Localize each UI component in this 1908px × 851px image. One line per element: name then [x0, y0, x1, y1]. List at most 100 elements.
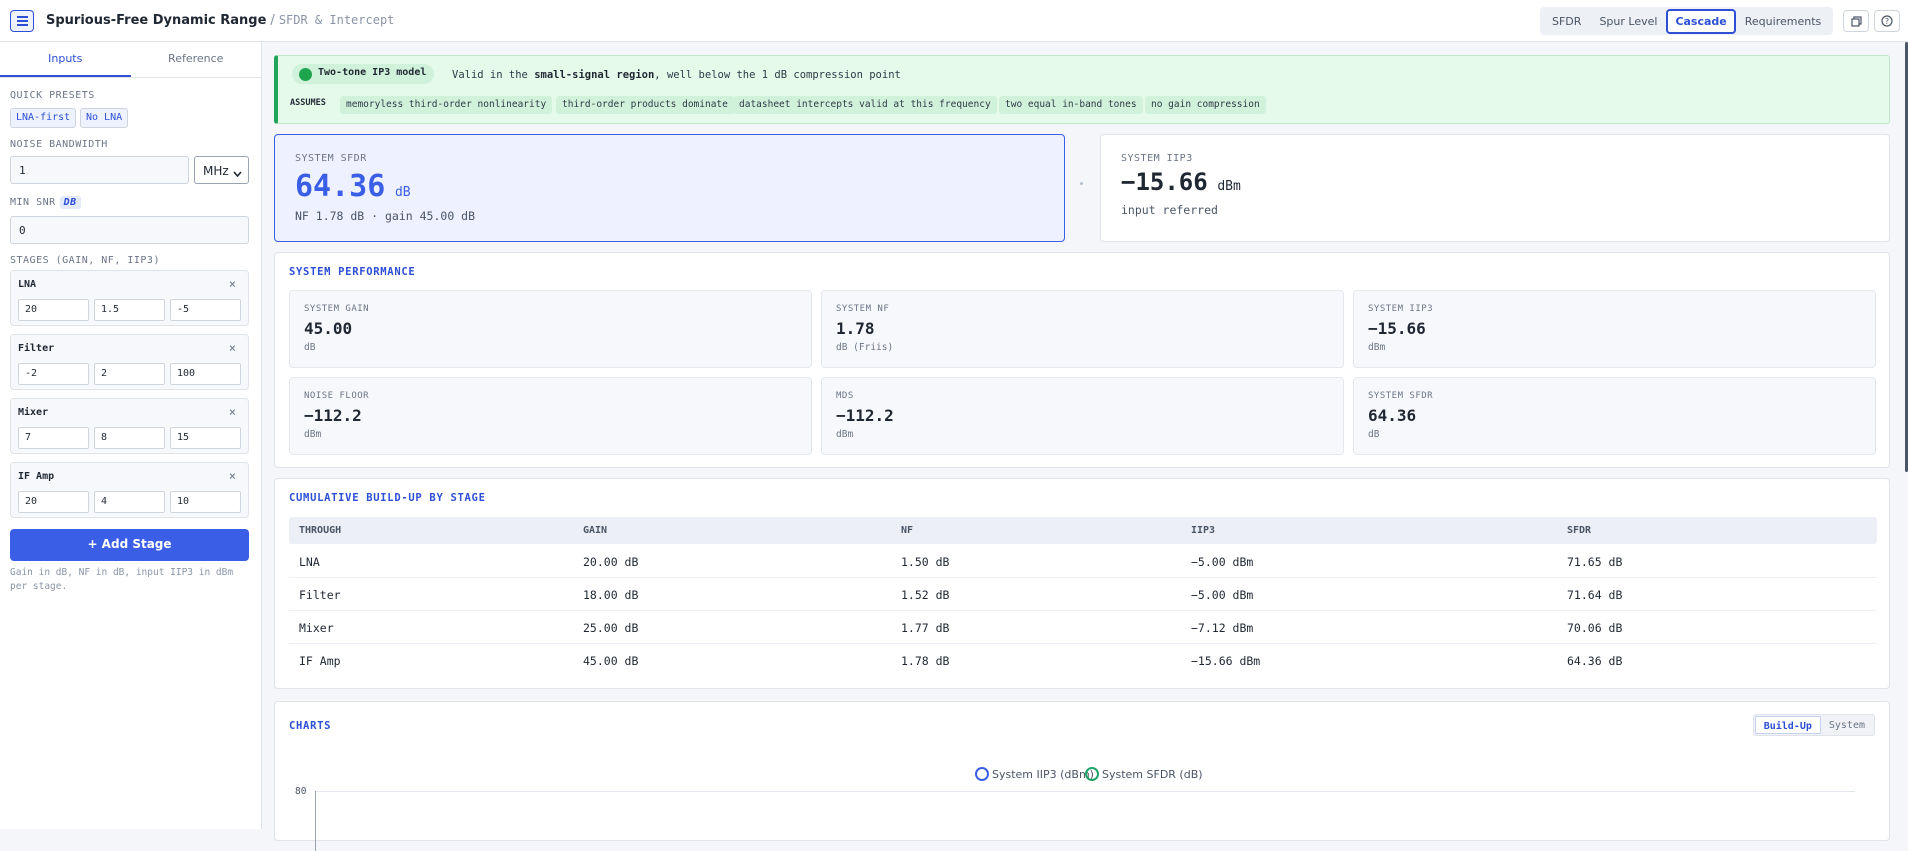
section-title: CHARTS — [289, 720, 332, 732]
legend-item-iip3[interactable]: System IIP3 (dBm) — [975, 767, 1094, 781]
toggle-build-up[interactable]: Build-Up — [1754, 716, 1821, 734]
sidebar-tabs: Inputs Reference — [0, 42, 261, 78]
stage-gain-input[interactable]: -2 — [18, 363, 89, 385]
kpi-value-row: 64.36 dB — [295, 169, 411, 204]
stage-iip3-input[interactable]: 100 — [170, 363, 241, 385]
table-cell: 45.00 dB — [583, 654, 639, 668]
kpi-value-row: −15.66 dBm — [1121, 168, 1241, 196]
metric-mds: MDS −112.2 dBm — [821, 377, 1344, 455]
min-snr-input[interactable]: 0 — [10, 216, 249, 244]
tab-reference[interactable]: Reference — [131, 42, 262, 77]
model-badge-label: Two-tone IP3 model — [318, 67, 427, 78]
metric-value: −112.2 — [836, 406, 894, 425]
noise-bandwidth-input[interactable]: 1 — [10, 156, 189, 184]
table-cell: 1.78 dB — [901, 654, 950, 668]
stages-label: STAGES (GAIN, NF, IIP3) — [10, 255, 160, 266]
table-cell: Filter — [299, 588, 341, 602]
metric-unit: dBm — [836, 429, 854, 440]
gridline — [315, 791, 1855, 792]
stage-card-mixer: Mixer × 7 8 15 — [10, 398, 249, 454]
metric-value: −15.66 — [1368, 319, 1426, 338]
stage-gain-input[interactable]: 20 — [18, 491, 89, 513]
stage-name: IF Amp — [18, 471, 55, 482]
assumption-chip: datasheet intercepts valid at this frequ… — [733, 96, 997, 114]
legend-label: System IIP3 (dBm) — [992, 767, 1094, 781]
stage-gain-input[interactable]: 7 — [18, 427, 89, 449]
kpi-label: SYSTEM IIP3 — [1121, 153, 1193, 164]
app-title: Spurious‑Free Dynamic Range — [46, 13, 267, 28]
sidebar: Inputs Reference QUICK PRESETS LNA-first… — [0, 42, 262, 829]
close-icon[interactable]: × — [229, 405, 236, 419]
stage-nf-input[interactable]: 4 — [94, 491, 165, 513]
metric-noise-floor: NOISE FLOOR −112.2 dBm — [289, 377, 812, 455]
assumptions-banner: Two-tone IP3 model Valid in the small-si… — [274, 55, 1890, 124]
table-cell: 64.36 dB — [1567, 654, 1623, 668]
close-icon[interactable]: × — [229, 469, 236, 483]
tab-spur-level[interactable]: Spur Level — [1590, 10, 1666, 33]
close-icon[interactable]: × — [229, 277, 236, 291]
validity-suffix: , well below the 1 dB compression point — [654, 69, 901, 81]
tab-inputs[interactable]: Inputs — [0, 42, 131, 77]
preset-no-lna-button[interactable]: No LNA — [80, 108, 129, 128]
stage-iip3-input[interactable]: 15 — [170, 427, 241, 449]
iip3-kpi-card: SYSTEM IIP3 −15.66 dBm input referred — [1100, 134, 1890, 242]
metric-label: SYSTEM SFDR — [1368, 391, 1434, 401]
iip3-unit: dBm — [1217, 179, 1241, 194]
table-cell: −5.00 dBm — [1191, 588, 1254, 602]
sfdr-subtext: NF 1.78 dB · gain 45.00 dB — [295, 209, 476, 223]
stage-iip3-input[interactable]: -5 — [170, 299, 241, 321]
column-header: IIP3 — [1191, 525, 1216, 536]
table-row: Mixer 25.00 dB 1.77 dB −7.12 dBm 70.06 d… — [289, 611, 1877, 644]
tab-cascade[interactable]: Cascade — [1666, 8, 1736, 34]
iip3-value: −15.66 — [1121, 168, 1208, 196]
page-subtitle: SFDR & Intercept — [278, 13, 395, 27]
stage-gain-input[interactable]: 20 — [18, 299, 89, 321]
metric-label: SYSTEM NF — [836, 304, 890, 314]
stage-nf-input[interactable]: 2 — [94, 363, 165, 385]
validity-prefix: Valid in the — [452, 69, 528, 81]
help-icon[interactable]: ? — [1874, 10, 1900, 32]
copy-icon[interactable] — [1843, 10, 1869, 32]
sfdr-kpi-card: SYSTEM SFDR 64.36 dB NF 1.78 dB · gain 4… — [274, 134, 1065, 242]
add-stage-button[interactable]: + Add Stage — [10, 529, 249, 561]
assumes-label: ASSUMES — [290, 98, 326, 108]
column-header: THROUGH — [299, 525, 342, 536]
stage-nf-input[interactable]: 1.5 — [94, 299, 165, 321]
noise-bandwidth-unit-select[interactable]: MHz — [194, 156, 249, 184]
table-cell: Mixer — [299, 621, 334, 635]
table-cell: 71.64 dB — [1567, 588, 1623, 602]
table-cell: 20.00 dB — [583, 555, 639, 569]
metric-value: 1.78 — [836, 319, 875, 338]
min-snr-label: MIN SNR DB — [10, 196, 81, 209]
title-separator: / — [270, 13, 275, 28]
metric-value: 45.00 — [304, 319, 353, 338]
tab-sfdr[interactable]: SFDR — [1543, 10, 1590, 33]
metric-system-iip3: SYSTEM IIP3 −15.66 dBm — [1353, 290, 1876, 368]
iip3-subtext: input referred — [1121, 203, 1218, 217]
unit-value: MHz — [203, 164, 229, 178]
validity-note: Valid in the small-signal region, well b… — [452, 69, 901, 81]
section-title: SYSTEM PERFORMANCE — [289, 266, 416, 278]
table-cell: −7.12 dBm — [1191, 621, 1254, 635]
metric-value: 64.36 — [1368, 406, 1417, 425]
column-header: GAIN — [583, 525, 608, 536]
toggle-system[interactable]: System — [1821, 716, 1873, 734]
stage-nf-input[interactable]: 8 — [94, 427, 165, 449]
metric-unit: dB (Friis) — [836, 342, 894, 353]
stage-iip3-input[interactable]: 10 — [170, 491, 241, 513]
table-cell: 70.06 dB — [1567, 621, 1623, 635]
metric-unit: dB — [1368, 429, 1380, 440]
preset-lna-first-button[interactable]: LNA-first — [10, 108, 77, 128]
tab-requirements[interactable]: Requirements — [1736, 10, 1830, 33]
table-cell: IF Amp — [299, 654, 341, 668]
assumption-chip: two equal in-band tones — [999, 96, 1143, 114]
stage-name: Mixer — [18, 407, 49, 418]
divider-dot — [1080, 182, 1083, 185]
quick-presets-label: QUICK PRESETS — [10, 90, 95, 101]
legend-item-sfdr[interactable]: System SFDR (dB) — [1085, 767, 1203, 781]
close-icon[interactable]: × — [229, 341, 236, 355]
charts-card: CHARTS Build-Up System System IIP3 (dBm)… — [274, 701, 1890, 851]
svg-text:?: ? — [1885, 17, 1889, 26]
menu-icon[interactable] — [10, 10, 34, 32]
y-axis-tick: 80 — [295, 786, 307, 797]
